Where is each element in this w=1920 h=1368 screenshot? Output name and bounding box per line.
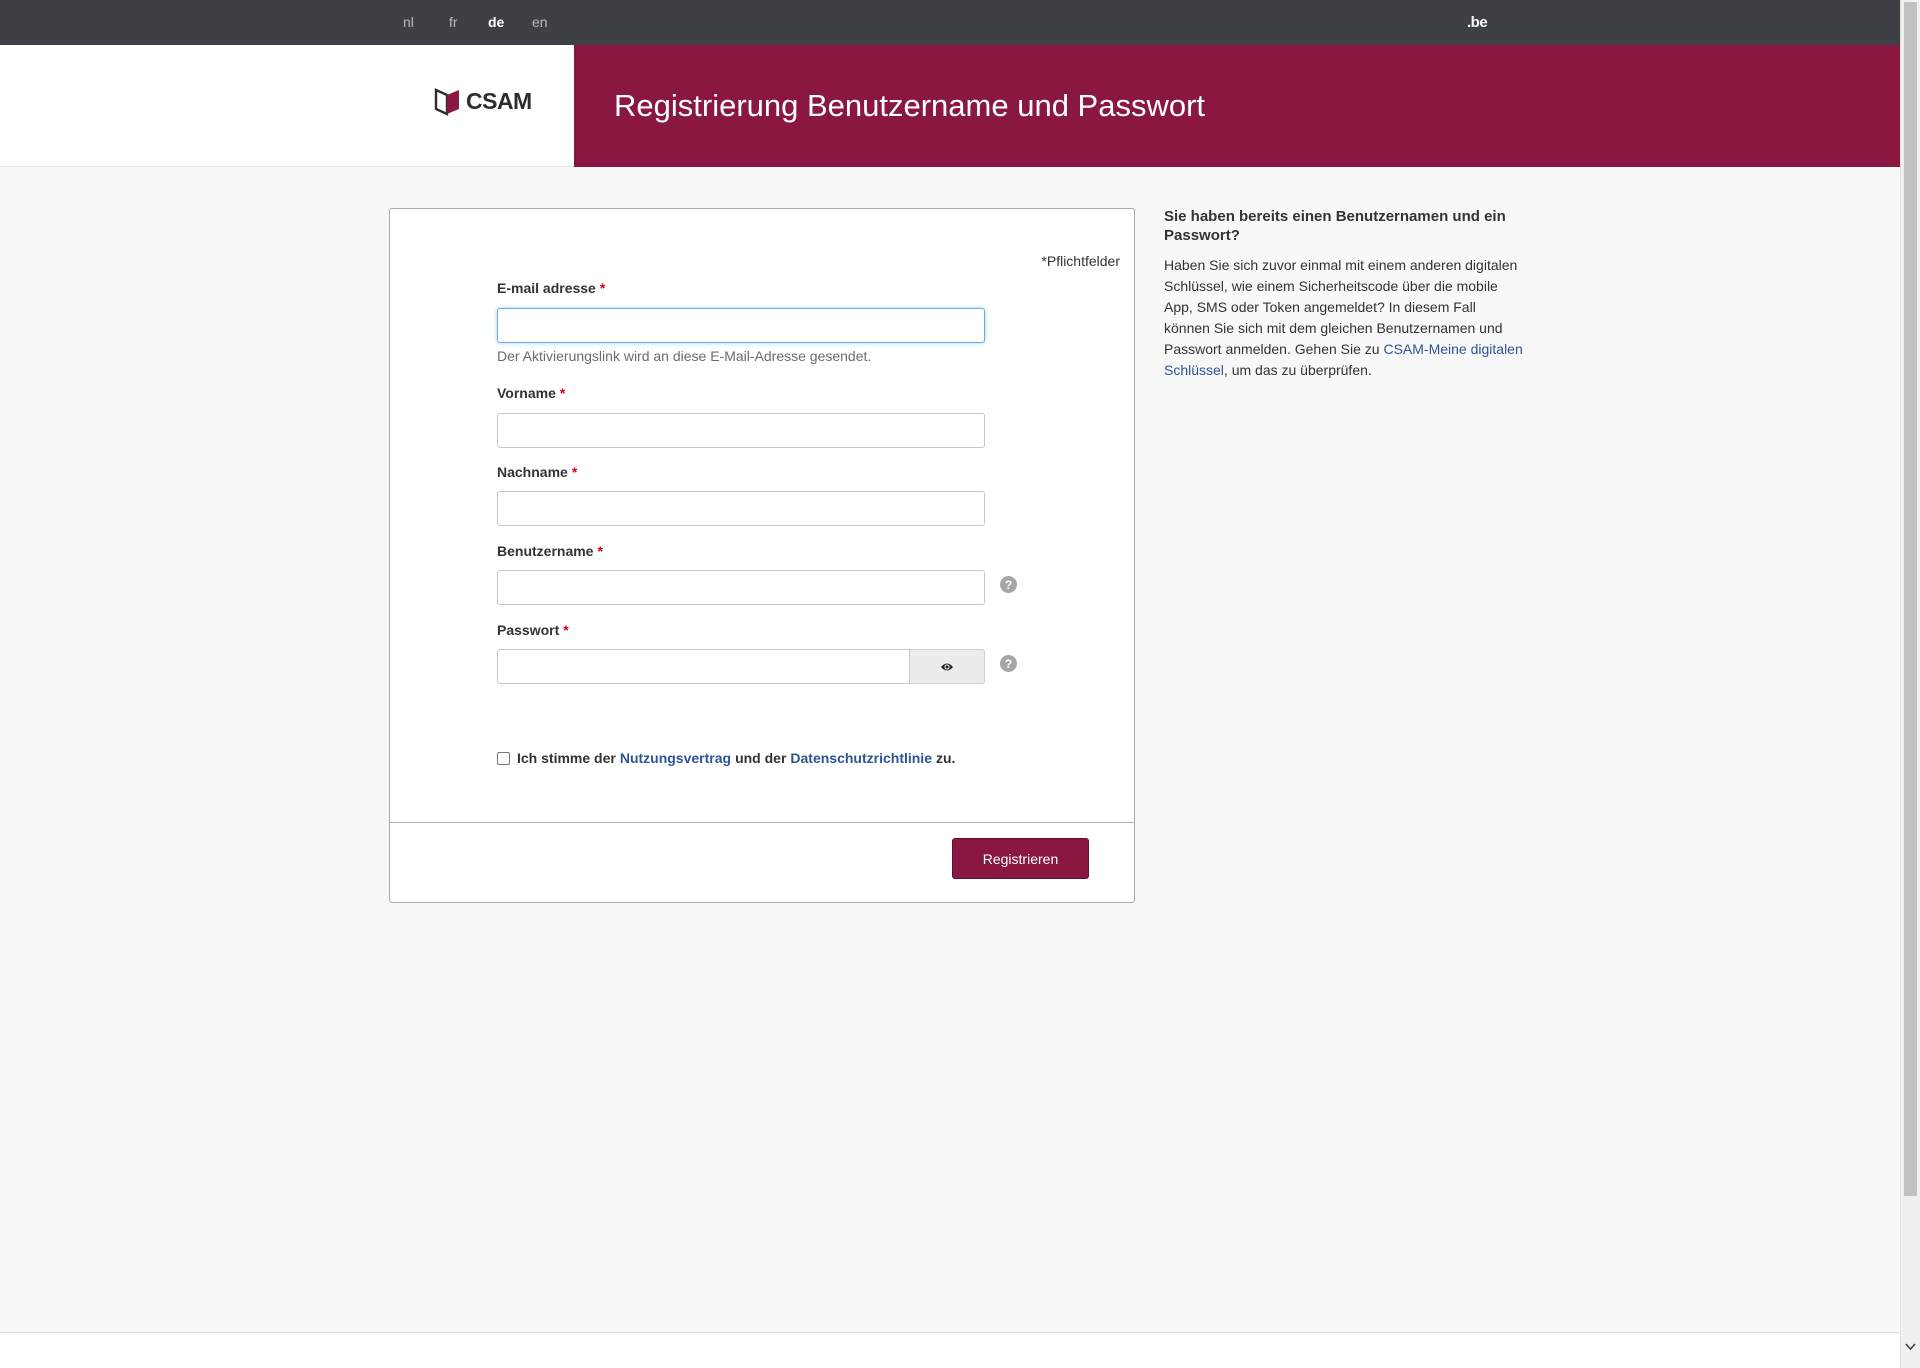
existing-account-text: Haben Sie sich zuvor einmal mit einem an… — [1164, 255, 1524, 381]
privacy-policy-link[interactable]: Datenschutzrichtlinie — [790, 750, 932, 766]
terms-middle: und der — [735, 750, 787, 766]
header-logo-area: CSAM — [0, 45, 574, 167]
required-star: * — [571, 464, 578, 480]
password-input[interactable] — [497, 649, 910, 684]
lastname-input[interactable] — [497, 491, 985, 526]
register-button[interactable]: Registrieren — [952, 838, 1089, 879]
lang-en-link[interactable]: en — [532, 14, 548, 30]
password-help-icon[interactable]: ? — [1000, 655, 1017, 672]
card-footer-divider — [390, 822, 1134, 823]
belgium-be-logo[interactable]: .be — [1467, 14, 1488, 31]
email-help-text: Der Aktivierungslink wird an diese E-Mai… — [497, 348, 872, 364]
top-language-bar: nl fr de en .be — [0, 0, 1900, 45]
terms-checkbox[interactable] — [497, 751, 510, 765]
csam-logo-text: CSAM — [466, 88, 532, 114]
required-star: * — [563, 622, 569, 638]
required-star: * — [599, 280, 606, 296]
firstname-input[interactable] — [497, 413, 985, 448]
page-title: Registrierung Benutzername und Passwort — [614, 88, 1206, 123]
firstname-label: Vorname * — [497, 385, 565, 401]
lang-nl-link[interactable]: nl — [403, 14, 414, 30]
terms-suffix: zu. — [936, 750, 956, 766]
username-help-icon[interactable]: ? — [1000, 576, 1017, 593]
username-label-text: Benutzername — [497, 543, 594, 559]
csam-logo-icon — [434, 88, 459, 116]
lastname-label: Nachname * — [497, 464, 577, 480]
required-star: * — [597, 543, 603, 559]
csam-logo[interactable]: CSAM — [434, 87, 532, 116]
registration-form-card: *Pflichtfelder E-mail adresse * Der Aktiv… — [389, 208, 1135, 903]
password-label-text: Passwort — [497, 622, 560, 638]
email-label-text: E-mail adresse — [497, 280, 596, 296]
required-fields-note: *Pflichtfelder — [1041, 253, 1120, 269]
chevron-down-icon[interactable] — [1905, 1343, 1916, 1351]
password-label: Passwort * — [497, 622, 569, 638]
username-label: Benutzername * — [497, 543, 603, 559]
lang-fr-link[interactable]: fr — [449, 14, 458, 30]
scrollbar-thumb[interactable] — [1904, 2, 1917, 1196]
eye-icon — [941, 663, 953, 670]
email-label: E-mail adresse * — [497, 280, 605, 296]
info-text-after: , um das zu überprüfen. — [1223, 362, 1372, 378]
existing-account-info: Sie haben bereits einen Benutzernamen un… — [1164, 207, 1524, 381]
footer-area — [0, 1333, 1900, 1368]
vertical-scrollbar[interactable] — [1900, 0, 1920, 1368]
show-password-button[interactable] — [910, 649, 985, 684]
terms-of-use-link[interactable]: Nutzungsvertrag — [620, 750, 731, 766]
lang-de-link[interactable]: de — [488, 14, 504, 30]
terms-agreement: Ich stimme der Nutzungsvertrag und der D… — [497, 750, 955, 766]
header-title-banner: Registrierung Benutzername und Passwort — [574, 45, 1900, 167]
lastname-label-text: Nachname — [497, 464, 568, 480]
firstname-label-text: Vorname — [497, 385, 556, 401]
email-input[interactable] — [497, 308, 985, 343]
required-star: * — [559, 385, 566, 401]
terms-prefix: Ich stimme der — [517, 750, 616, 766]
existing-account-title: Sie haben bereits einen Benutzernamen un… — [1164, 208, 1506, 244]
username-input[interactable] — [497, 570, 985, 605]
